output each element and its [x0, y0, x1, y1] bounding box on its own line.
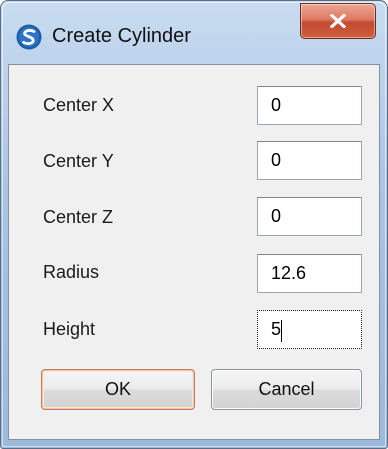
cancel-button[interactable]: Cancel: [211, 369, 362, 410]
close-icon: [330, 14, 346, 28]
center-y-label: Center Y: [43, 151, 114, 171]
center-y-input[interactable]: [257, 141, 362, 180]
dialog-window: Create Cylinder Center X Center Y Center…: [0, 0, 388, 449]
center-z-input[interactable]: [257, 197, 362, 236]
ok-button[interactable]: OK: [41, 369, 195, 410]
text-cursor: [281, 320, 282, 342]
close-button[interactable]: [300, 3, 376, 39]
center-x-input[interactable]: [257, 86, 362, 125]
center-z-label: Center Z: [43, 207, 114, 227]
radius-input[interactable]: [257, 254, 362, 293]
window-title: Create Cylinder: [52, 25, 191, 47]
app-logo-icon: [16, 24, 42, 50]
center-x-label: Center X: [43, 95, 115, 115]
height-input-value: 5: [271, 319, 282, 339]
height-label: Height: [43, 319, 96, 339]
dialog-body: Center X Center Y Center Z Radius Height…: [8, 64, 380, 440]
radius-label: Radius: [43, 262, 100, 282]
height-input[interactable]: 5: [257, 310, 362, 349]
